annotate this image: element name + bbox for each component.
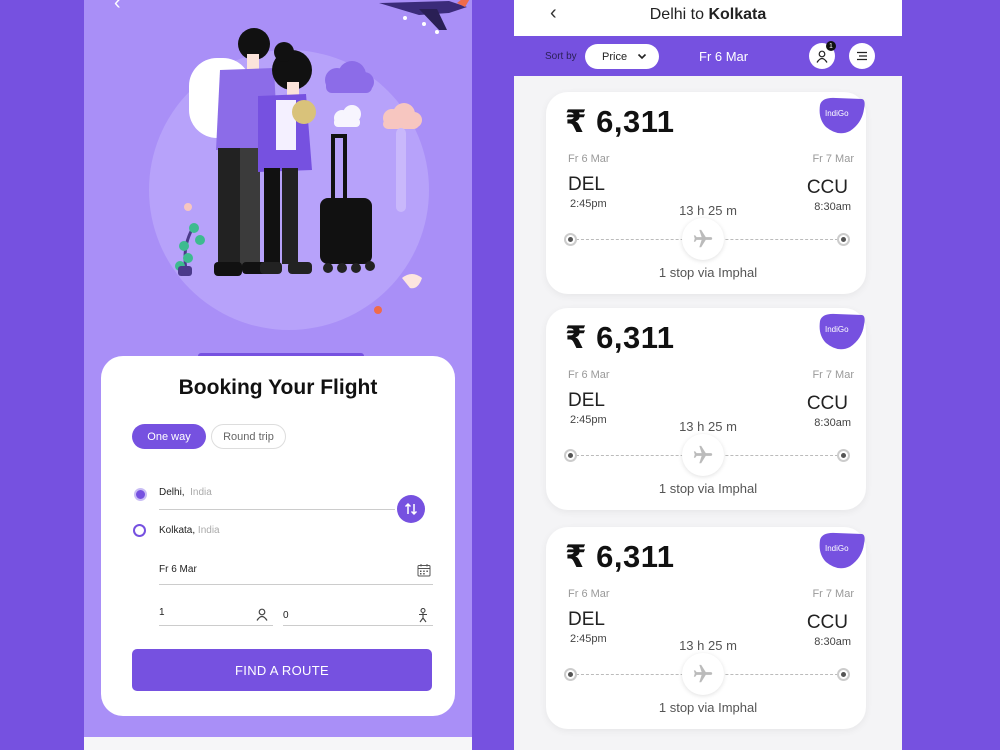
round-trip-toggle[interactable]: Round trip [211, 424, 286, 449]
children-field[interactable]: 0 [283, 610, 289, 621]
flight-duration: 13 h 25 m [679, 203, 737, 218]
destination-radio[interactable] [133, 524, 146, 537]
flight-card[interactable]: ₹ 6,311 IndiGo Fr 6 Mar Fr 7 Mar DEL CCU 2:45p… [546, 92, 866, 294]
chevron-down-icon [637, 53, 647, 60]
destination-city: Kolkata, [159, 525, 196, 536]
origin-point [564, 449, 577, 462]
adults-field[interactable]: 1 [159, 607, 165, 618]
destination-point [837, 449, 850, 462]
origin-field[interactable]: Delhi, India [159, 487, 212, 498]
destination-country: India [197, 525, 220, 536]
user-icon [816, 50, 828, 63]
flight-price: ₹ 6,311 [565, 320, 675, 355]
passengers-button[interactable]: 1 [809, 41, 836, 69]
airline-logo: IndiGo [816, 97, 866, 135]
flight-card[interactable]: ₹ 6,311 IndiGo Fr 6 Mar Fr 7 Mar DEL CCU 2:45p… [546, 527, 866, 729]
airline-logo: IndiGo [816, 532, 866, 570]
plane-badge [682, 218, 724, 260]
destination-code: CCU [806, 393, 848, 414]
date-underline [159, 584, 433, 585]
arrival-date: Fr 7 Mar [812, 153, 854, 165]
arrival-date: Fr 7 Mar [812, 588, 854, 600]
flight-stops: 1 stop via Imphal [658, 700, 758, 715]
sort-dropdown[interactable]: Price [585, 44, 659, 69]
flight-duration: 13 h 25 m [679, 638, 737, 653]
arrival-date: Fr 7 Mar [812, 369, 854, 381]
find-route-button[interactable]: FIND A ROUTE [132, 649, 432, 691]
route-title-to: Kolkata [708, 6, 767, 23]
origin-code: DEL [568, 609, 605, 630]
booking-card: Booking Your Flight One way Round trip D… [101, 356, 455, 716]
sort-value: Price [602, 50, 628, 63]
results-screen: ‹ Delhi to Kolkata Sort by Price Fr 6 Ma… [514, 0, 902, 750]
destination-code: CCU [806, 612, 848, 633]
destination-point [837, 233, 850, 246]
flight-stops: 1 stop via Imphal [658, 481, 758, 496]
route-title: Delhi to Kolkata [514, 6, 902, 24]
airplane-icon [693, 664, 713, 683]
departure-date: Fr 6 Mar [568, 588, 610, 600]
airline-logo: IndiGo [816, 313, 866, 351]
filter-button[interactable] [849, 43, 875, 69]
origin-country: India [190, 487, 212, 498]
destination-field[interactable]: Kolkata, India [159, 525, 220, 536]
adult-person-icon [256, 608, 268, 621]
adults-underline [159, 625, 273, 626]
sort-label: Sort by [545, 51, 577, 62]
plane-badge [682, 653, 724, 695]
flight-stops: 1 stop via Imphal [658, 265, 758, 280]
filter-bar: Sort by Price Fr 6 Mar 1 [514, 36, 902, 76]
origin-underline [159, 509, 395, 510]
origin-code: DEL [568, 174, 605, 195]
flight-price: ₹ 6,311 [565, 539, 675, 574]
flight-price: ₹ 6,311 [565, 104, 675, 139]
selected-date[interactable]: Fr 6 Mar [699, 49, 748, 64]
filter-lines-icon [857, 51, 867, 61]
bottom-strip [84, 737, 472, 750]
origin-point [564, 233, 577, 246]
date-field[interactable]: Fr 6 Mar [159, 564, 197, 575]
calendar-icon[interactable] [417, 563, 431, 577]
child-icon [419, 608, 427, 623]
flight-duration: 13 h 25 m [679, 419, 737, 434]
results-header: ‹ Delhi to Kolkata [514, 0, 902, 36]
origin-code: DEL [568, 390, 605, 411]
plane-badge [682, 434, 724, 476]
airplane-icon [693, 229, 713, 248]
flight-card[interactable]: ₹ 6,311 IndiGo Fr 6 Mar Fr 7 Mar DEL CCU 2:45p… [546, 308, 866, 510]
airplane-icon [693, 445, 713, 464]
travelers-illustration [149, 0, 470, 330]
origin-city: Delhi, [159, 487, 185, 498]
origin-radio[interactable] [134, 488, 147, 501]
destination-point [837, 668, 850, 681]
one-way-toggle[interactable]: One way [132, 424, 206, 449]
airline-name: IndiGo [825, 544, 849, 553]
origin-point [564, 668, 577, 681]
swap-arrows-icon [404, 502, 418, 516]
airline-name: IndiGo [825, 109, 849, 118]
departure-date: Fr 6 Mar [568, 153, 610, 165]
children-underline [283, 625, 433, 626]
departure-date: Fr 6 Mar [568, 369, 610, 381]
route-title-from: Delhi to [649, 6, 709, 23]
destination-code: CCU [806, 177, 848, 198]
passenger-count-badge: 1 [826, 41, 836, 51]
booking-title: Booking Your Flight [178, 376, 378, 399]
swap-direction-button[interactable] [397, 495, 425, 523]
booking-screen: ‹ Booking Your Flight One way Round trip… [84, 0, 472, 750]
airline-name: IndiGo [825, 325, 849, 334]
